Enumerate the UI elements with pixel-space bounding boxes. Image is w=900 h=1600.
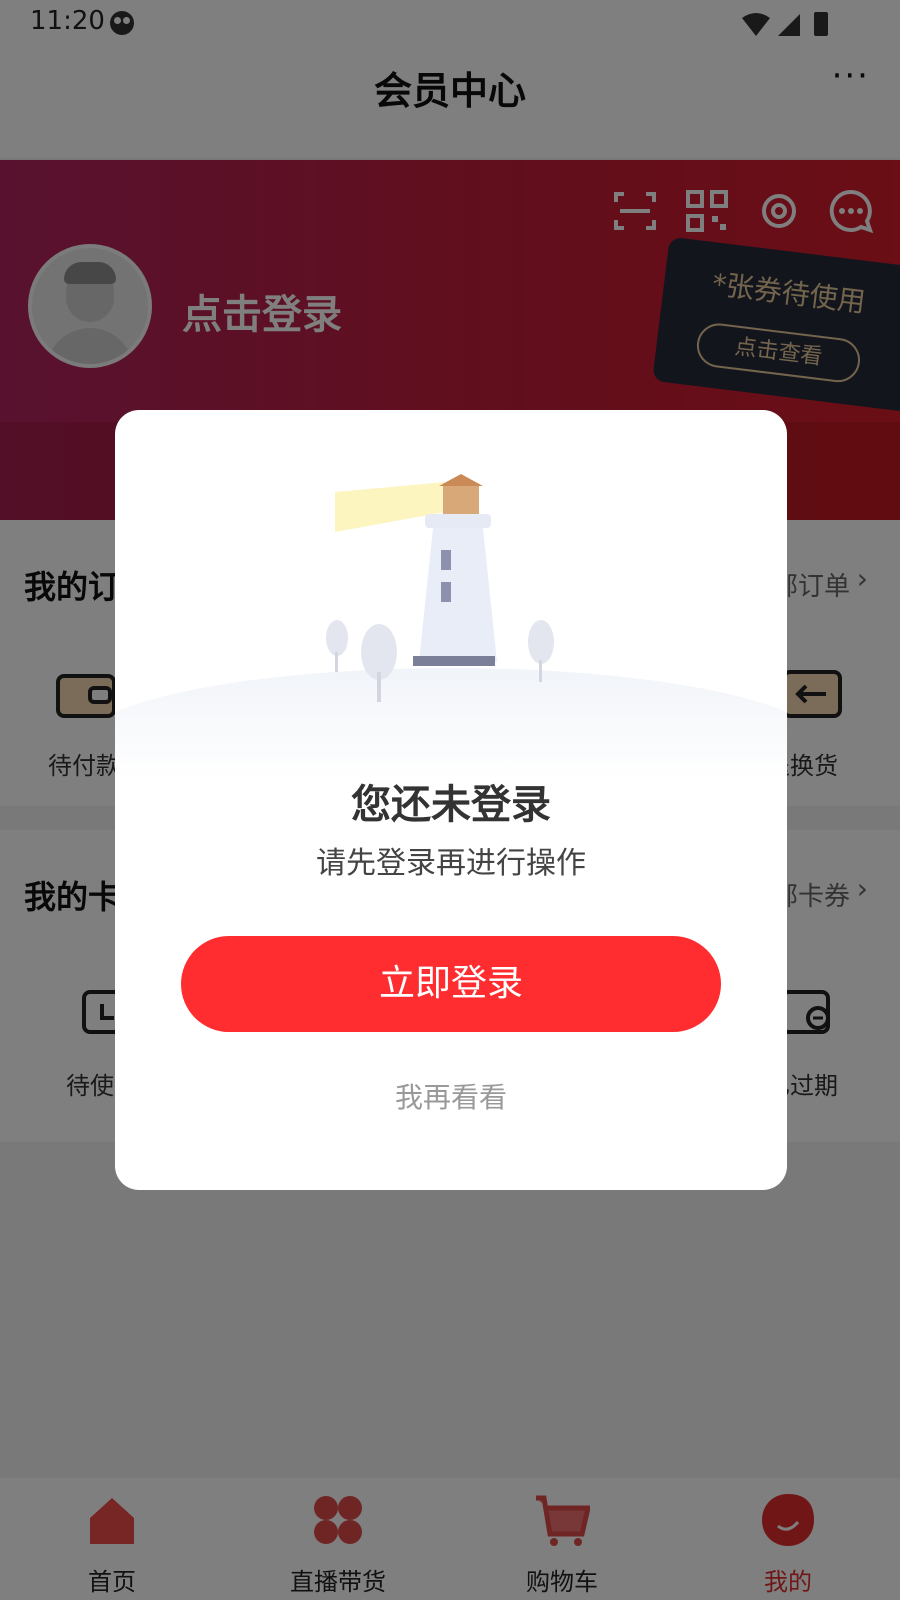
dialog-title: 您还未登录 [351,782,551,828]
dismiss-button[interactable]: 我再看看 [115,1076,787,1116]
dialog-subtitle: 请先登录再进行操作 [316,846,586,881]
lighthouse-illustration [326,474,554,702]
login-now-button[interactable]: 立即登录 [181,936,721,1032]
login-required-dialog: 您还未登录 请先登录再进行操作 立即登录 我再看看 [115,410,787,1190]
